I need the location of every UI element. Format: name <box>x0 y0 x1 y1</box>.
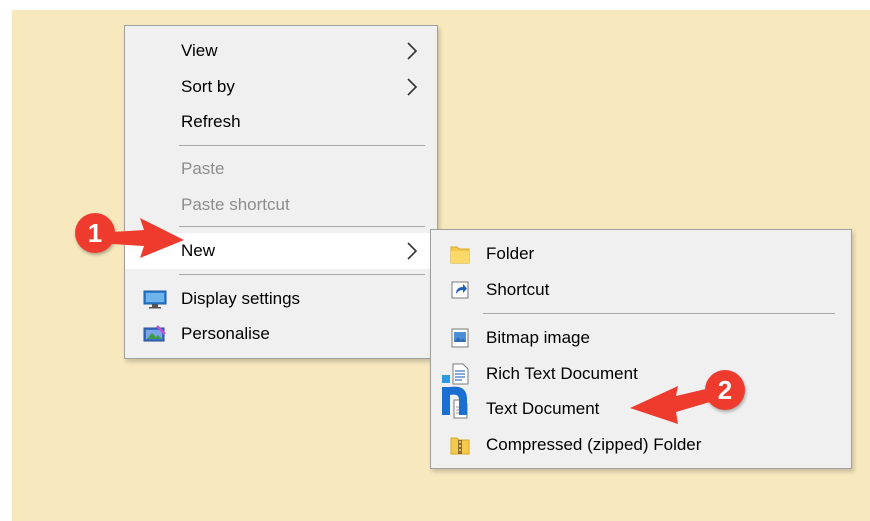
submenu-item-label: Shortcut <box>486 280 550 299</box>
zip-folder-icon <box>450 437 470 455</box>
submenu-item-bitmap-image[interactable]: Bitmap image <box>431 320 851 356</box>
menu-item-view[interactable]: View <box>125 33 437 69</box>
menu-item-label: Sort by <box>181 77 235 96</box>
menu-item-display-settings[interactable]: Display settings <box>125 281 437 317</box>
submenu-item-label: Compressed (zipped) Folder <box>486 435 702 454</box>
submenu-item-folder[interactable]: Folder <box>431 236 851 272</box>
submenu-item-shortcut[interactable]: Shortcut <box>431 272 851 308</box>
submenu-item-label: Folder <box>486 244 535 263</box>
menu-item-label: Paste shortcut <box>181 195 290 214</box>
menu-item-label: Refresh <box>181 112 241 131</box>
submenu-item-compressed-folder[interactable]: Compressed (zipped) Folder <box>431 427 851 463</box>
shortcut-icon <box>451 281 469 299</box>
personalise-icon <box>143 325 166 342</box>
menu-item-label: Display settings <box>181 289 301 308</box>
menu-item-label: Paste <box>181 159 225 178</box>
chevron-right-icon <box>407 42 418 60</box>
menu-item-label: Personalise <box>181 324 270 343</box>
site-logo-icon <box>442 375 467 415</box>
chevron-right-icon <box>407 242 418 260</box>
display-settings-icon <box>143 290 167 309</box>
menu-item-paste: Paste <box>125 151 437 187</box>
menu-separator <box>179 226 425 227</box>
bitmap-image-icon <box>451 328 469 348</box>
menu-separator <box>179 145 425 146</box>
arrow-right-icon <box>112 218 184 258</box>
menu-item-personalise[interactable]: Personalise <box>125 316 437 352</box>
menu-item-sort-by[interactable]: Sort by <box>125 69 437 105</box>
menu-item-label: View <box>181 41 218 60</box>
menu-item-refresh[interactable]: Refresh <box>125 104 437 140</box>
submenu-item-label: Text Document <box>486 399 600 418</box>
submenu-item-label: Bitmap image <box>486 328 590 347</box>
folder-icon <box>450 246 470 264</box>
desktop-context-menu: View Sort by Refresh Paste Paste shortcu… <box>124 25 438 359</box>
menu-separator <box>179 274 425 275</box>
step-badge-1: 1 <box>75 213 115 253</box>
chevron-right-icon <box>407 78 418 96</box>
new-submenu: Folder Shortcut Bitmap image Rich Text D… <box>430 229 852 469</box>
arrow-left-icon <box>630 386 710 424</box>
submenu-item-label: Rich Text Document <box>486 364 638 383</box>
submenu-separator <box>483 313 835 314</box>
